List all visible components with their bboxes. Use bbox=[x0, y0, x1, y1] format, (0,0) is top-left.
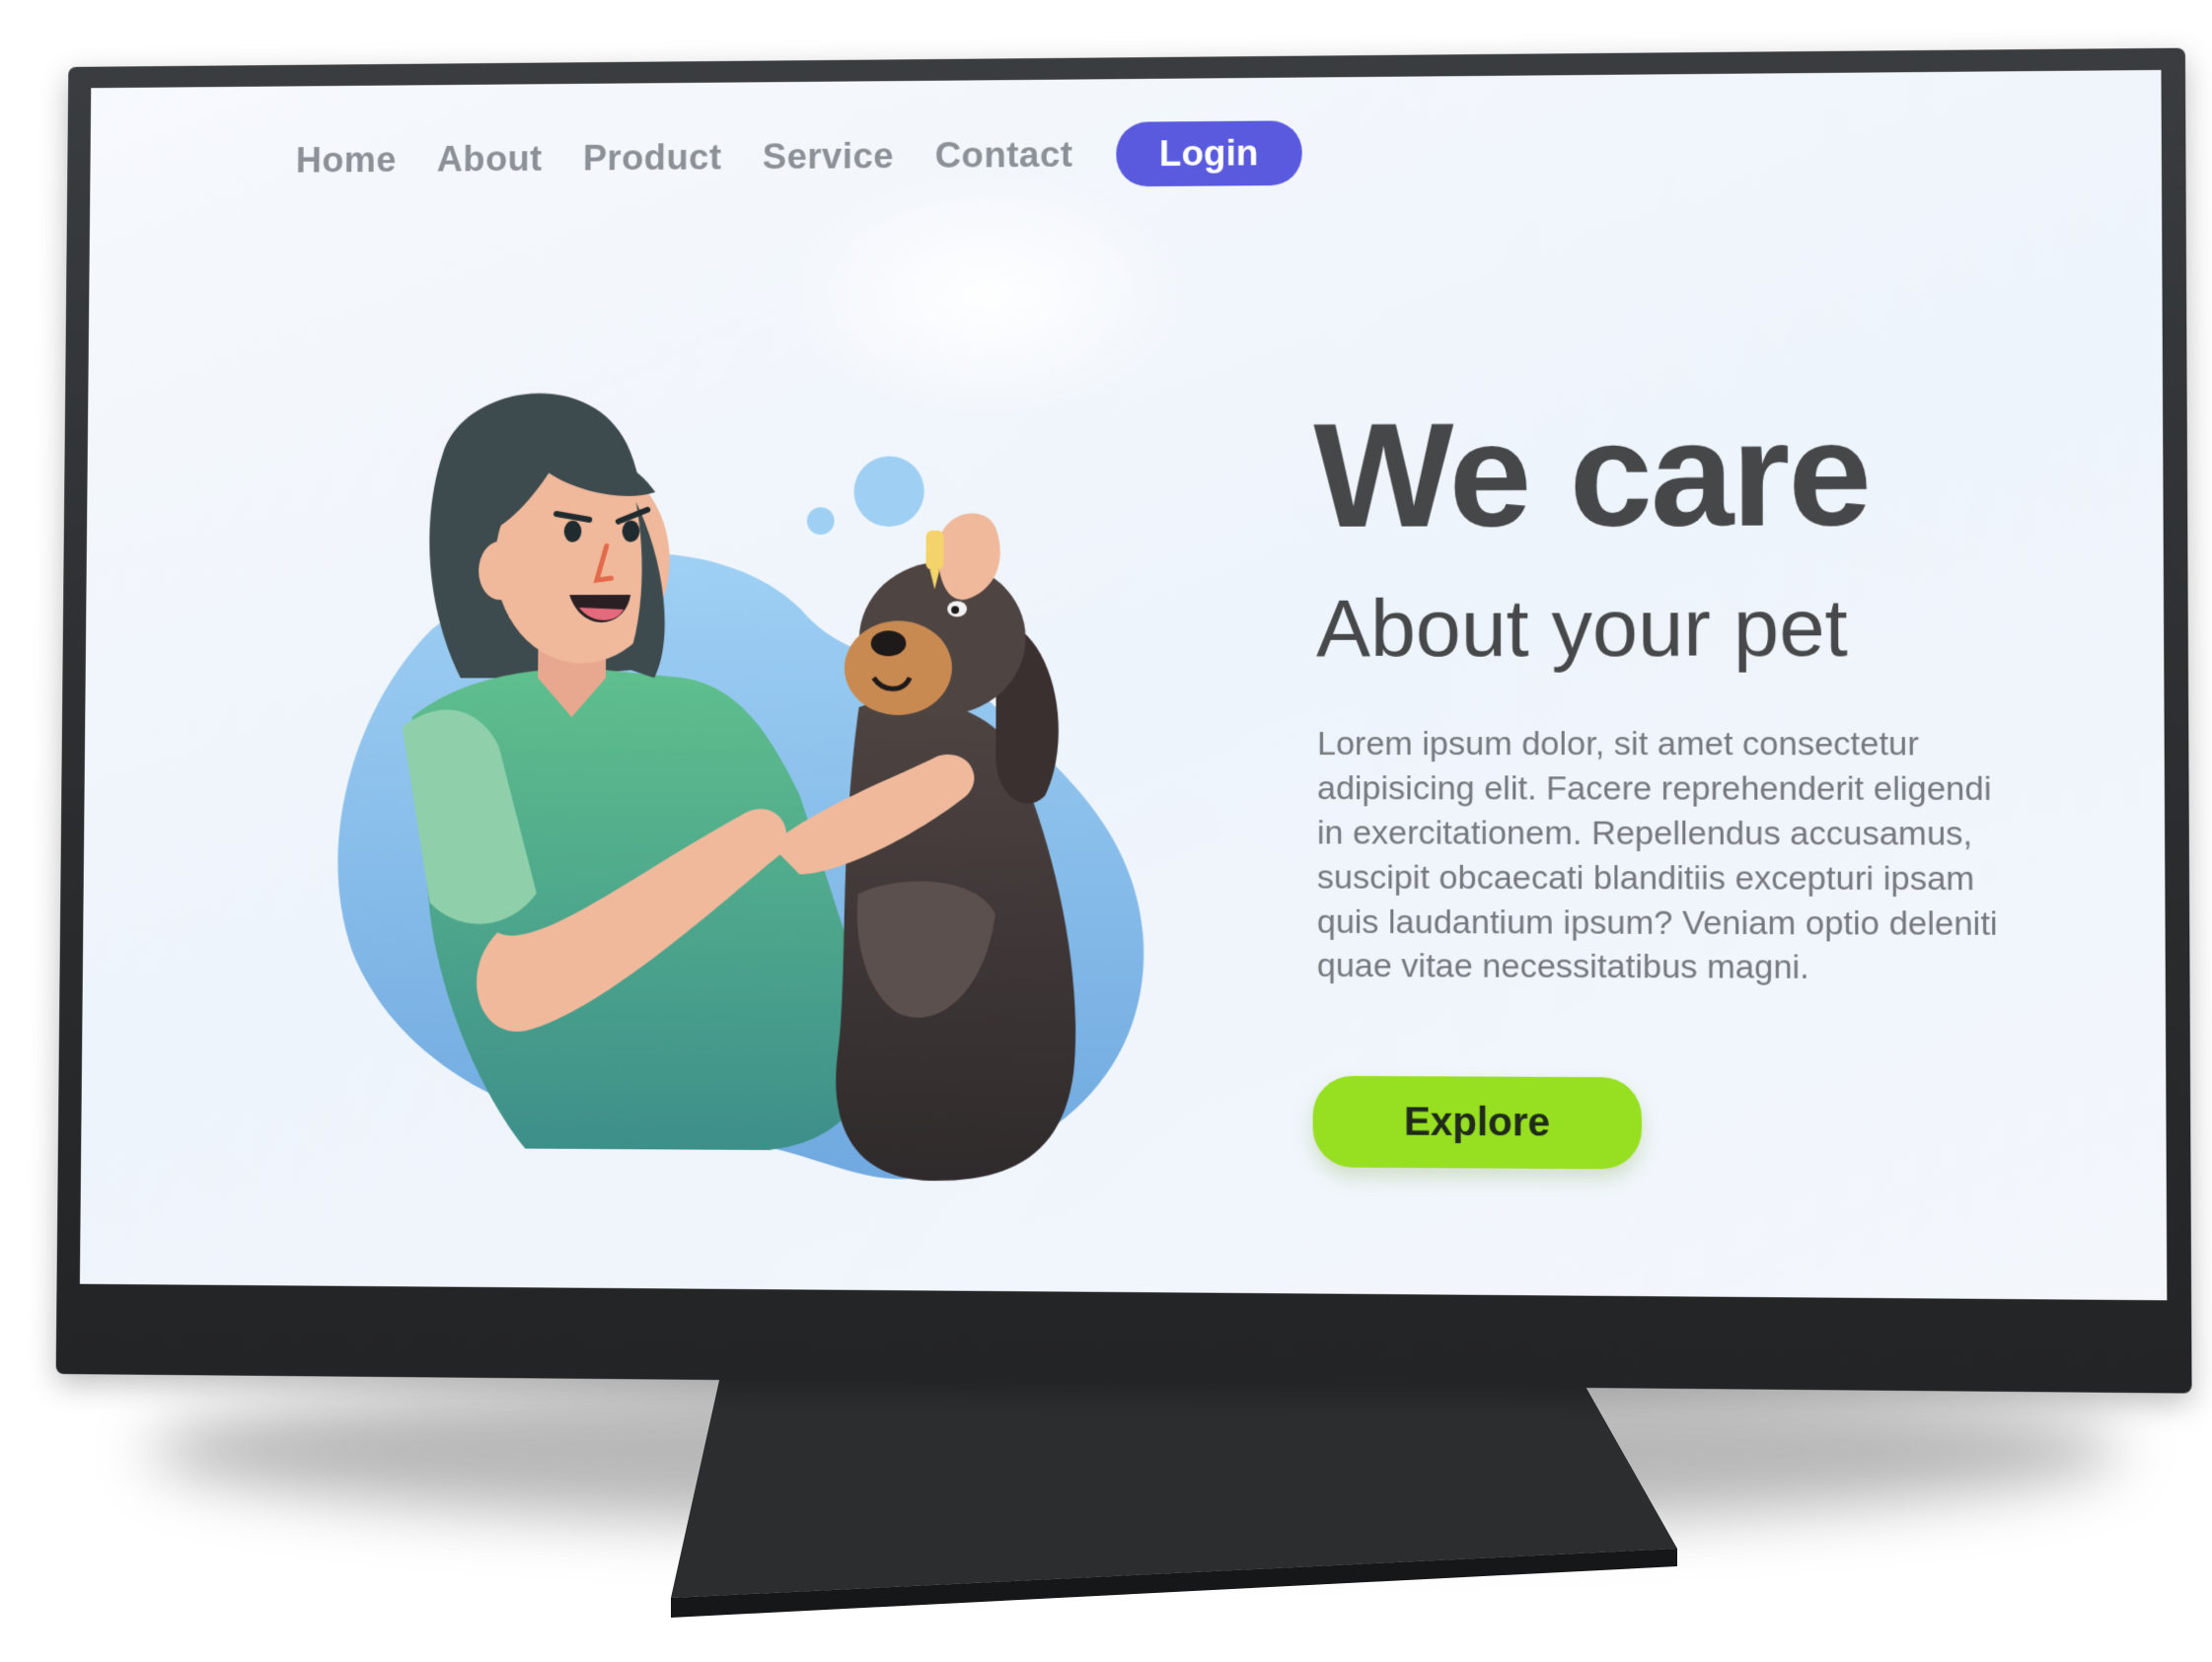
nav-about[interactable]: About bbox=[437, 138, 543, 180]
nav-service[interactable]: Service bbox=[763, 135, 894, 178]
hero-subtitle: About your pet bbox=[1316, 588, 1848, 670]
woman-caring-for-dog-illustration bbox=[312, 383, 1193, 1192]
bubble-large bbox=[853, 456, 924, 527]
nav-contact[interactable]: Contact bbox=[934, 134, 1072, 177]
hero-title: We care bbox=[1313, 399, 1870, 549]
nav-product[interactable]: Product bbox=[583, 137, 722, 179]
bubble-small bbox=[807, 507, 835, 535]
monitor-bezel: Home About Product Service Contact Login bbox=[56, 48, 2192, 1394]
top-navigation: Home About Product Service Contact Login bbox=[296, 118, 1302, 194]
website-screen: Home About Product Service Contact Login bbox=[80, 70, 2167, 1300]
scene: Home About Product Service Contact Login bbox=[0, 0, 2212, 1662]
hero-description: Lorem ipsum dolor, sit amet consectetur … bbox=[1317, 722, 2018, 991]
login-button[interactable]: Login bbox=[1116, 120, 1301, 186]
explore-button[interactable]: Explore bbox=[1313, 1076, 1643, 1170]
nav-home[interactable]: Home bbox=[296, 139, 397, 181]
